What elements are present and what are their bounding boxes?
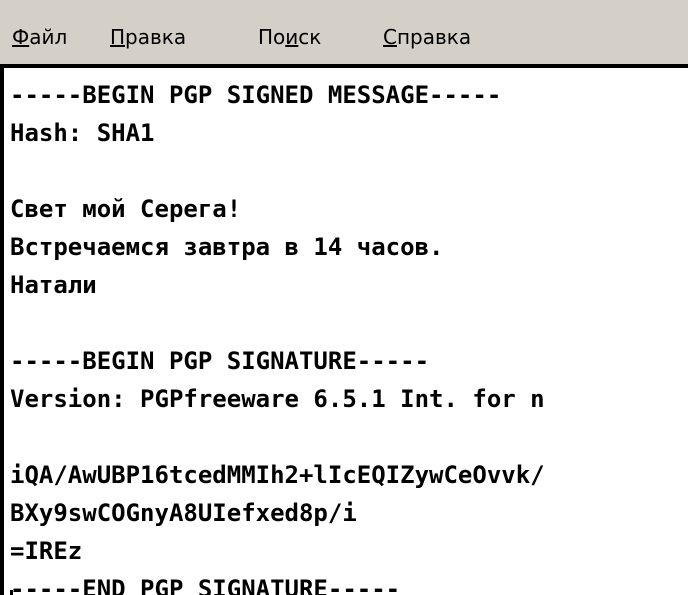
menu-search[interactable]: Поиск bbox=[258, 24, 321, 50]
signature-data-line: iQA/AwUBP16tcedMMIh2+lIcEQIZywCeOvvk/ bbox=[10, 461, 545, 489]
text-editor-area[interactable]: -----BEGIN PGP SIGNED MESSAGE----- Hash:… bbox=[4, 68, 688, 595]
signature-begin-line: -----BEGIN PGP SIGNATURE----- bbox=[10, 347, 430, 375]
menu-help[interactable]: Справка bbox=[383, 24, 471, 50]
menu-bar: Файл Правка Поиск Справка bbox=[0, 0, 688, 64]
hash-line: Hash: SHA1 bbox=[10, 119, 155, 147]
menu-file[interactable]: Файл bbox=[12, 24, 67, 50]
signature-end-line: -----END PGP SIGNATURE----- bbox=[10, 575, 401, 595]
version-line: Version: PGPfreeware 6.5.1 Int. for n bbox=[10, 385, 545, 413]
signature-checksum-line: =IREz bbox=[10, 537, 83, 565]
menu-edit[interactable]: Правка bbox=[110, 24, 186, 50]
message-line: Натали bbox=[10, 271, 97, 299]
message-line: Свет мой Серега! bbox=[10, 195, 242, 223]
signature-data-line: BXy9swCOGnyA8UIefxed8p/i bbox=[10, 499, 357, 527]
notepad-window: Файл Правка Поиск Справка -----BEGIN PGP… bbox=[0, 0, 688, 595]
pgp-header-line: -----BEGIN PGP SIGNED MESSAGE----- bbox=[10, 81, 502, 109]
message-line: Встречаемся завтра в 14 часов. bbox=[10, 233, 444, 261]
text-caret bbox=[10, 590, 13, 595]
